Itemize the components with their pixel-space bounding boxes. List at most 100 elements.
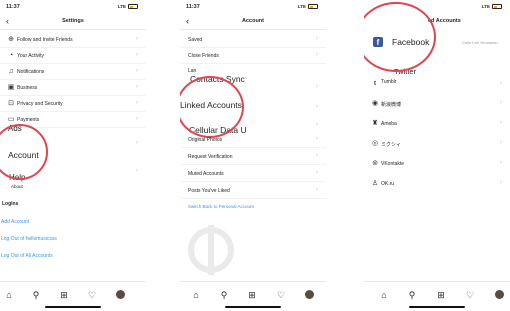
heart-icon[interactable]: ♡: [465, 290, 475, 300]
row-label: Muted Accounts: [188, 171, 224, 177]
chevron-right-icon: ›: [136, 140, 138, 146]
chevron-right-icon: ›: [136, 84, 138, 90]
account-row-close-friends[interactable]: Close Friends ›: [180, 48, 326, 64]
okru-icon: ♙: [371, 180, 379, 187]
account-row-posts-liked[interactable]: Posts You've Liked ›: [180, 183, 326, 199]
chevron-right-icon: ›: [316, 136, 318, 142]
linked-accounts-screen: LTE ed Accounts f Facebook Cello Lee Yeu…: [364, 0, 510, 311]
highlight-circle: [0, 124, 48, 180]
account-row-muted-accounts[interactable]: Muted Accounts ›: [180, 166, 326, 182]
linked-row-weibo[interactable]: ◉ 新浪微博 ›: [364, 96, 510, 112]
settings-row-business[interactable]: ▣ Business ›: [0, 80, 146, 96]
bottom-tab-bar: ⌂ ⚲ ⊞ ♡: [364, 281, 510, 311]
signal-indicator: LTE: [297, 4, 306, 9]
settings-row-activity[interactable]: ◔ Your Activity ›: [0, 48, 146, 64]
status-time: 11:37: [186, 4, 200, 10]
home-icon[interactable]: ⌂: [4, 290, 14, 300]
settings-row-follow-invite[interactable]: ⊕ Follow and Invite Friends ›: [0, 32, 146, 48]
battery-icon: [128, 4, 138, 9]
chevron-right-icon: ›: [316, 187, 318, 193]
search-icon[interactable]: ⚲: [31, 290, 41, 300]
row-label: ミクシィ: [381, 142, 402, 148]
chevron-right-icon: ›: [136, 116, 138, 122]
chevron-right-icon: ›: [500, 160, 502, 166]
add-account-link[interactable]: Add Account: [1, 219, 29, 225]
linked-row-okru[interactable]: ♙ OK.ru ›: [364, 176, 510, 192]
chevron-right-icon: ›: [136, 168, 138, 174]
row-label: Business: [17, 85, 38, 91]
signal-indicator: LTE: [117, 4, 126, 9]
settings-row-privacy[interactable]: ⊡ Privacy and Security ›: [0, 96, 146, 112]
add-post-icon[interactable]: ⊞: [247, 290, 257, 300]
profile-avatar[interactable]: [495, 290, 504, 299]
home-icon[interactable]: ⌂: [379, 290, 389, 300]
signal-indicator: LTE: [481, 4, 490, 9]
chevron-right-icon: ›: [136, 52, 138, 58]
chevron-right-icon: ›: [316, 36, 318, 42]
about-label[interactable]: About: [11, 184, 23, 189]
home-indicator: [45, 305, 101, 308]
chevron-right-icon: ›: [316, 170, 318, 176]
chevron-right-icon: ›: [316, 153, 318, 159]
linked-row-mixi[interactable]: ◎ ミクシィ ›: [364, 136, 510, 152]
account-row-original-photos[interactable]: Original Photos ›: [180, 132, 326, 148]
add-post-icon[interactable]: ⊞: [436, 290, 446, 300]
row-label: Saved: [188, 37, 203, 43]
home-indicator: [409, 305, 465, 308]
search-icon[interactable]: ⚲: [407, 290, 417, 300]
chevron-right-icon: ›: [136, 68, 138, 74]
battery-icon: [492, 4, 502, 9]
bottom-tab-bar: ⌂ ⚲ ⊞ ♡: [180, 281, 326, 311]
switch-personal-account-link[interactable]: Switch Back to Personal Account: [188, 204, 254, 209]
chevron-right-icon: ›: [316, 52, 318, 58]
row-label: Posts You've Liked: [188, 188, 230, 194]
log-out-all-link[interactable]: Log Out of All Accounts: [1, 253, 53, 259]
account-row-request-verification[interactable]: Request Verification ›: [180, 149, 326, 165]
row-label: Close Friends: [188, 53, 219, 59]
profile-avatar[interactable]: [305, 290, 314, 299]
weibo-icon: ◉: [371, 100, 379, 107]
page-title: Account: [242, 18, 264, 24]
bottom-tab-bar: ⌂ ⚲ ⊞ ♡: [0, 281, 146, 311]
row-label: Tumblr: [381, 79, 397, 85]
highlight-circle: [364, 2, 436, 72]
chevron-right-icon: ›: [500, 81, 502, 87]
linked-row-ameba[interactable]: ♜ Ameba ›: [364, 116, 510, 132]
account-row-saved[interactable]: Saved ›: [180, 32, 326, 48]
add-post-icon[interactable]: ⊞: [59, 290, 69, 300]
row-label: Ameba: [381, 121, 397, 127]
linked-row-tumblr[interactable]: t Tumblr ›: [364, 77, 510, 93]
chevron-right-icon: ›: [500, 140, 502, 146]
row-label: 新浪微博: [381, 102, 402, 108]
settings-row-notifications[interactable]: ♫ Notifications ›: [0, 64, 146, 80]
linked-row-vkontakte[interactable]: ⊚ VKontakte ›: [364, 156, 510, 172]
status-bar: 11:37 LTE: [186, 2, 320, 12]
heart-icon[interactable]: ♡: [276, 290, 286, 300]
person-plus-icon: ⊕: [8, 36, 14, 43]
search-icon[interactable]: ⚲: [219, 290, 229, 300]
tumblr-icon: t: [374, 81, 376, 87]
row-label: Payments: [17, 117, 40, 123]
row-label: OK.ru: [381, 181, 395, 187]
chevron-right-icon: ›: [316, 104, 318, 110]
status-time: 11:37: [6, 4, 20, 10]
lock-icon: ⊡: [8, 100, 14, 107]
account-header: ‹ Account: [180, 14, 326, 30]
chevron-right-icon: ›: [500, 100, 502, 106]
logins-header: Logins: [2, 201, 19, 207]
row-label: Request Verification: [188, 154, 233, 160]
heart-icon[interactable]: ♡: [87, 290, 97, 300]
row-label: Privacy and Security: [17, 101, 63, 107]
log-out-user-link[interactable]: Log Out of hellomusicsss: [1, 236, 57, 242]
business-icon: ▣: [7, 84, 15, 91]
row-label: Follow and Invite Friends: [17, 37, 73, 43]
chevron-right-icon: ›: [136, 36, 138, 42]
vk-icon: ⊚: [372, 160, 378, 167]
home-icon[interactable]: ⌂: [191, 290, 201, 300]
profile-avatar[interactable]: [116, 290, 125, 299]
row-label: VKontakte: [381, 161, 405, 167]
mixi-icon: ◎: [371, 140, 379, 147]
chevron-right-icon: ›: [500, 120, 502, 126]
status-bar: 11:37 LTE: [6, 2, 140, 12]
settings-screen: 11:37 LTE ‹ Settings ⊕ Follow and Invite…: [0, 0, 146, 311]
